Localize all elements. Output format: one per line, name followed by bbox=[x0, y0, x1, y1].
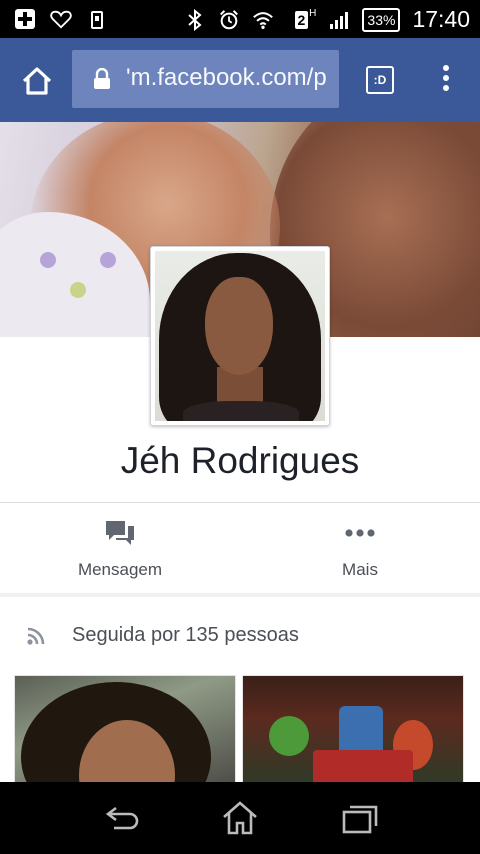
url-bar[interactable]: 'm.facebook.com/p bbox=[72, 50, 339, 108]
followers-text: Seguida por 135 pessoas bbox=[72, 624, 299, 646]
battery-level: 33% bbox=[362, 7, 401, 32]
profile-name: Jéh Rodrigues bbox=[120, 440, 360, 481]
home-icon[interactable] bbox=[20, 64, 54, 98]
network-type: H bbox=[309, 7, 317, 19]
status-bar: 2 H 33% 17:40 bbox=[0, 0, 480, 38]
alarm-icon bbox=[218, 9, 240, 31]
photo-thumbnail[interactable] bbox=[242, 675, 464, 785]
wifi-icon bbox=[252, 9, 274, 31]
url-text: 'm.facebook.com/p bbox=[126, 64, 327, 91]
home-nav-icon[interactable] bbox=[220, 800, 260, 836]
section-separator bbox=[0, 593, 480, 597]
system-navigation-bar bbox=[0, 782, 480, 854]
lock-icon bbox=[92, 67, 112, 90]
divider bbox=[0, 502, 480, 503]
usb-debug-icon bbox=[86, 8, 108, 30]
message-label: Mensagem bbox=[77, 560, 163, 579]
signal-strength-icon bbox=[328, 9, 350, 31]
sim-label: 2 bbox=[294, 10, 309, 29]
message-button[interactable]: Mensagem bbox=[50, 518, 190, 580]
tab-switcher-button[interactable]: :D bbox=[366, 66, 394, 94]
photo-thumbnail[interactable] bbox=[14, 675, 236, 785]
more-dots-icon bbox=[344, 518, 376, 548]
bluetooth-icon bbox=[184, 8, 206, 31]
add-notification-icon bbox=[14, 8, 36, 30]
recent-apps-icon[interactable] bbox=[340, 800, 380, 836]
more-button[interactable]: Mais bbox=[290, 518, 430, 580]
overflow-menu-icon[interactable] bbox=[434, 62, 458, 98]
heart-notification-icon bbox=[50, 8, 72, 30]
browser-toolbar: 'm.facebook.com/p :D bbox=[0, 38, 480, 122]
clock: 17:40 bbox=[412, 6, 470, 32]
profile-picture[interactable] bbox=[150, 246, 330, 426]
followers-row[interactable]: Seguida por 135 pessoas bbox=[26, 624, 299, 647]
sim-2-icon: 2 H bbox=[286, 8, 316, 31]
rss-icon bbox=[26, 626, 46, 646]
message-icon bbox=[104, 518, 136, 548]
more-label: Mais bbox=[342, 560, 378, 579]
back-icon[interactable] bbox=[102, 800, 142, 836]
